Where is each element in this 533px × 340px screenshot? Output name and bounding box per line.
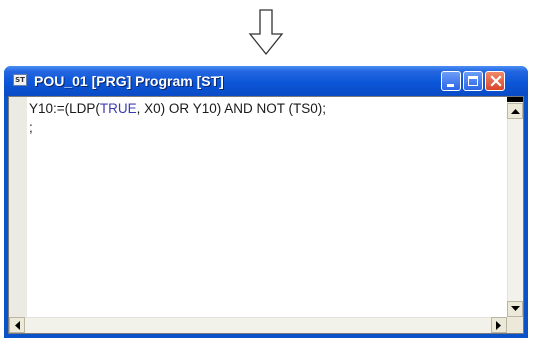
code-line-1: Y10:=(LDP(TRUE, X0) OR Y10) AND NOT (TS0… bbox=[29, 101, 326, 116]
code-editor[interactable]: Y10:=(LDP(TRUE, X0) OR Y10) AND NOT (TS0… bbox=[8, 96, 524, 334]
title-bar[interactable]: ST POU_01 [PRG] Program [ST] bbox=[4, 66, 528, 96]
scroll-down-button[interactable] bbox=[507, 301, 523, 317]
code-line-2: ; bbox=[29, 120, 33, 135]
horizontal-scrollbar[interactable] bbox=[9, 317, 507, 333]
down-arrow-icon bbox=[248, 9, 284, 56]
keyword-true: TRUE bbox=[99, 101, 137, 116]
chevron-right-icon bbox=[496, 321, 501, 330]
window-title: POU_01 [PRG] Program [ST] bbox=[34, 73, 224, 89]
code-text[interactable]: Y10:=(LDP(TRUE, X0) OR Y10) AND NOT (TS0… bbox=[29, 99, 326, 137]
scroll-up-button[interactable] bbox=[507, 103, 523, 119]
chevron-down-icon bbox=[511, 306, 520, 311]
editor-margin bbox=[9, 97, 27, 317]
scrollbar-split-marker bbox=[507, 97, 523, 102]
maximize-button[interactable] bbox=[463, 71, 483, 91]
minimize-button[interactable] bbox=[441, 71, 461, 91]
scroll-right-button[interactable] bbox=[491, 317, 507, 333]
scroll-left-button[interactable] bbox=[9, 317, 25, 333]
st-app-icon: ST bbox=[13, 74, 27, 86]
chevron-left-icon bbox=[15, 321, 20, 330]
minimize-icon bbox=[447, 84, 454, 87]
vertical-scrollbar[interactable] bbox=[507, 97, 523, 317]
close-button[interactable] bbox=[485, 71, 505, 91]
chevron-up-icon bbox=[511, 109, 520, 114]
size-grip bbox=[507, 317, 523, 333]
pou-editor-window: ST POU_01 [PRG] Program [ST] Y10:=(LDP(T… bbox=[4, 66, 528, 338]
close-icon bbox=[490, 75, 502, 87]
maximize-icon bbox=[468, 76, 478, 86]
